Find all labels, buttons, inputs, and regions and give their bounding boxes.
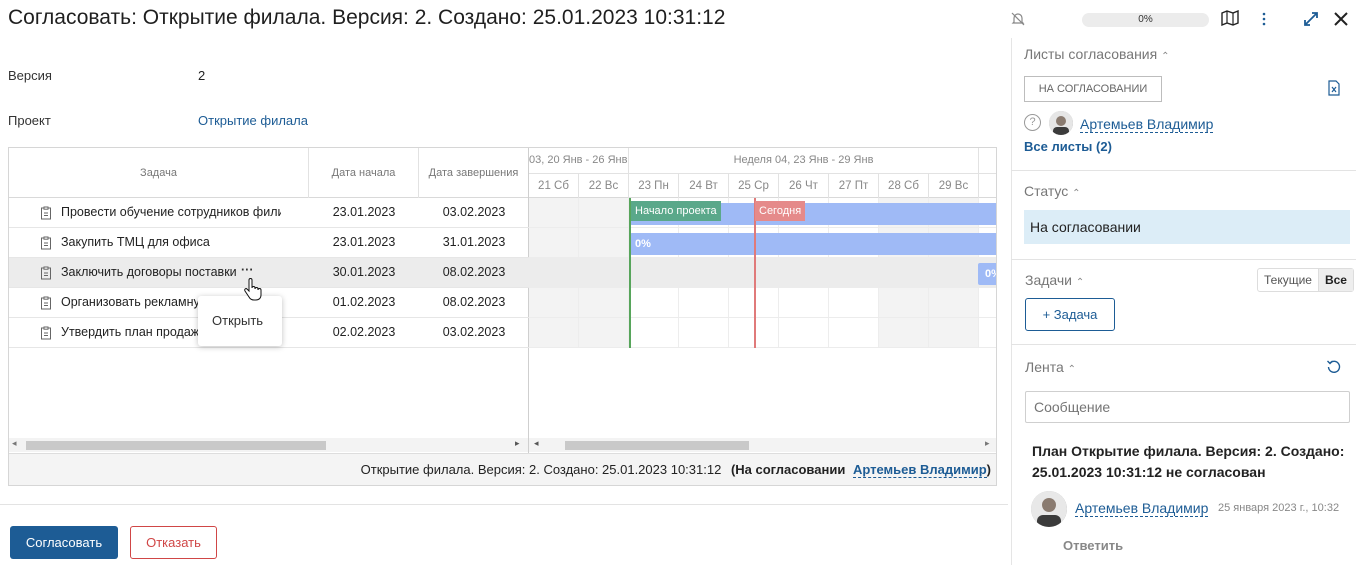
project-start-marker: Начало проекта (631, 201, 721, 221)
table-row[interactable]: Заключить договоры поставки ··· 30.01.2023… (9, 258, 529, 288)
context-menu: Открыть (198, 296, 282, 346)
section-divider (1011, 170, 1356, 171)
task-name[interactable]: Утвердить план продаж (61, 325, 207, 339)
task-start-date: 02.02.2023 (332, 325, 396, 339)
task-icon (41, 206, 51, 220)
toggle-all[interactable]: Все (1318, 269, 1353, 291)
grid-scroll-thumb[interactable] (26, 441, 326, 450)
today-marker: Сегодня (755, 201, 806, 221)
section-divider (1011, 344, 1356, 345)
sheets-title-text: Листы согласования (1024, 46, 1158, 62)
refresh-icon[interactable] (1326, 359, 1342, 375)
timeline-row[interactable] (529, 258, 996, 288)
task-start-date: 30.01.2023 (332, 265, 396, 279)
col-task[interactable]: Задача (9, 148, 309, 198)
avatar[interactable] (1049, 111, 1073, 135)
question-icon: ? (1024, 114, 1041, 131)
timeline-scrollbar[interactable]: ◂ ▸ (529, 438, 996, 452)
map-icon[interactable] (1221, 9, 1239, 27)
chevron-up-icon[interactable]: ⌃ (1076, 277, 1084, 288)
chevron-up-icon[interactable]: ⌃ (1068, 364, 1076, 375)
reject-button[interactable]: Отказать (130, 526, 217, 559)
footer-status: (На согласовании (730, 462, 846, 477)
task-name[interactable]: Организовать рекламную кампанию (61, 295, 201, 309)
task-start-date: 01.02.2023 (332, 295, 396, 309)
task-start-date: 23.01.2023 (332, 235, 396, 249)
status-title-text: Статус (1024, 183, 1069, 199)
scroll-right-icon[interactable]: ▸ (515, 438, 520, 449)
feed-title-text: Лента (1025, 359, 1064, 375)
task-end-date: 03.02.2023 (442, 325, 506, 339)
task-name[interactable]: Заключить договоры поставки (61, 265, 241, 279)
more-vertical-icon[interactable] (1261, 11, 1267, 27)
table-row[interactable]: Закупить ТМЦ для офиса 23.01.2023 31.01.20… (9, 228, 529, 258)
chevron-up-icon[interactable]: ⌃ (1072, 188, 1080, 199)
feed-section-title[interactable]: Лента ⌃ (1025, 359, 1076, 375)
progress-label: 0% (1138, 14, 1153, 25)
sheets-section-title[interactable]: Листы согласования ⌃ (1024, 46, 1170, 62)
scroll-left-icon[interactable]: ◂ (534, 438, 539, 449)
tasks-title-text: Задачи (1025, 272, 1073, 288)
section-divider (1011, 259, 1356, 260)
project-label: Проект (8, 113, 51, 128)
reply-link[interactable]: Ответить (1063, 538, 1123, 553)
feed-item-text: План Открытие филала. Версия: 2. Создано… (1032, 443, 1345, 480)
gantt-footer: Открытие филала. Версия: 2. Создано: 25.… (9, 453, 996, 485)
task-icon (41, 266, 51, 280)
open-menu-item[interactable]: Открыть (212, 313, 263, 328)
scroll-right-icon[interactable]: ▸ (985, 438, 990, 449)
status-value: На согласовании (1024, 210, 1350, 244)
sheet-user-link[interactable]: Артемьев Владимир (1080, 116, 1214, 133)
col-end[interactable]: Дата завершения (419, 148, 529, 198)
task-name[interactable]: Закупить ТМЦ для офиса (61, 235, 281, 249)
task-end-date: 03.02.2023 (442, 205, 506, 219)
grid-scrollbar[interactable]: ◂ ▸ (9, 438, 528, 452)
progress-bar: 0% (1082, 13, 1209, 27)
all-sheets-link[interactable]: Все листы (2) (1024, 139, 1112, 154)
task-bar[interactable]: 0% (630, 233, 996, 255)
excel-file-icon[interactable] (1327, 80, 1341, 96)
page-title: Согласовать: Открытие филала. Версия: 2.… (8, 6, 726, 29)
task-end-date: 08.02.2023 (442, 265, 506, 279)
row-more-icon[interactable]: ··· (241, 263, 254, 277)
approve-button[interactable]: Согласовать (10, 526, 118, 559)
task-end-date: 08.02.2023 (442, 295, 506, 309)
project-link[interactable]: Открытие филала (198, 113, 308, 128)
timeline-scroll-thumb[interactable] (565, 441, 749, 450)
timeline-row[interactable] (529, 318, 996, 348)
col-start[interactable]: Дата начала (309, 148, 419, 198)
version-label: Версия (8, 68, 52, 83)
task-name[interactable]: Провести обучение сотрудников филиала (61, 205, 281, 219)
sheet-status-button[interactable]: НА СОГЛАСОВАНИИ (1024, 76, 1162, 102)
task-icon (41, 296, 51, 310)
task-icon (41, 326, 51, 340)
task-bar[interactable]: 0% (978, 263, 996, 285)
expand-icon[interactable] (1302, 10, 1320, 28)
feed-timestamp: 25 января 2023 г., 10:32 (1218, 502, 1340, 514)
version-value: 2 (198, 68, 206, 83)
task-filter-toggle: Текущие Все (1257, 268, 1354, 292)
message-input[interactable] (1025, 391, 1350, 423)
footer-close-paren: ) (986, 462, 991, 477)
tasks-section-title[interactable]: Задачи ⌃ (1025, 272, 1084, 288)
task-end-date: 31.01.2023 (442, 235, 506, 249)
close-icon[interactable] (1332, 10, 1350, 28)
status-section-title[interactable]: Статус ⌃ (1024, 183, 1081, 199)
scroll-left-icon[interactable]: ◂ (12, 438, 17, 449)
hand-cursor-icon (243, 278, 263, 302)
notifications-off-icon[interactable] (1010, 11, 1026, 27)
footer-user-link[interactable]: Артемьев Владимир (852, 462, 987, 478)
divider (0, 504, 1008, 505)
task-start-date: 23.01.2023 (332, 205, 396, 219)
feed-user-link[interactable]: Артемьев Владимир (1075, 500, 1209, 517)
avatar[interactable] (1031, 491, 1067, 527)
chevron-up-icon[interactable]: ⌃ (1161, 51, 1169, 62)
footer-plan-text: Открытие филала. Версия: 2. Создано: 25.… (360, 462, 722, 477)
toggle-current[interactable]: Текущие (1258, 269, 1319, 291)
timeline-row[interactable] (529, 288, 996, 318)
gantt-chart: Задача Дата начала Дата завершения 03, 2… (8, 147, 997, 486)
task-icon (41, 236, 51, 250)
table-row[interactable]: Провести обучение сотрудников филиала 23.… (9, 198, 529, 228)
add-task-button[interactable]: + Задача (1025, 298, 1115, 331)
